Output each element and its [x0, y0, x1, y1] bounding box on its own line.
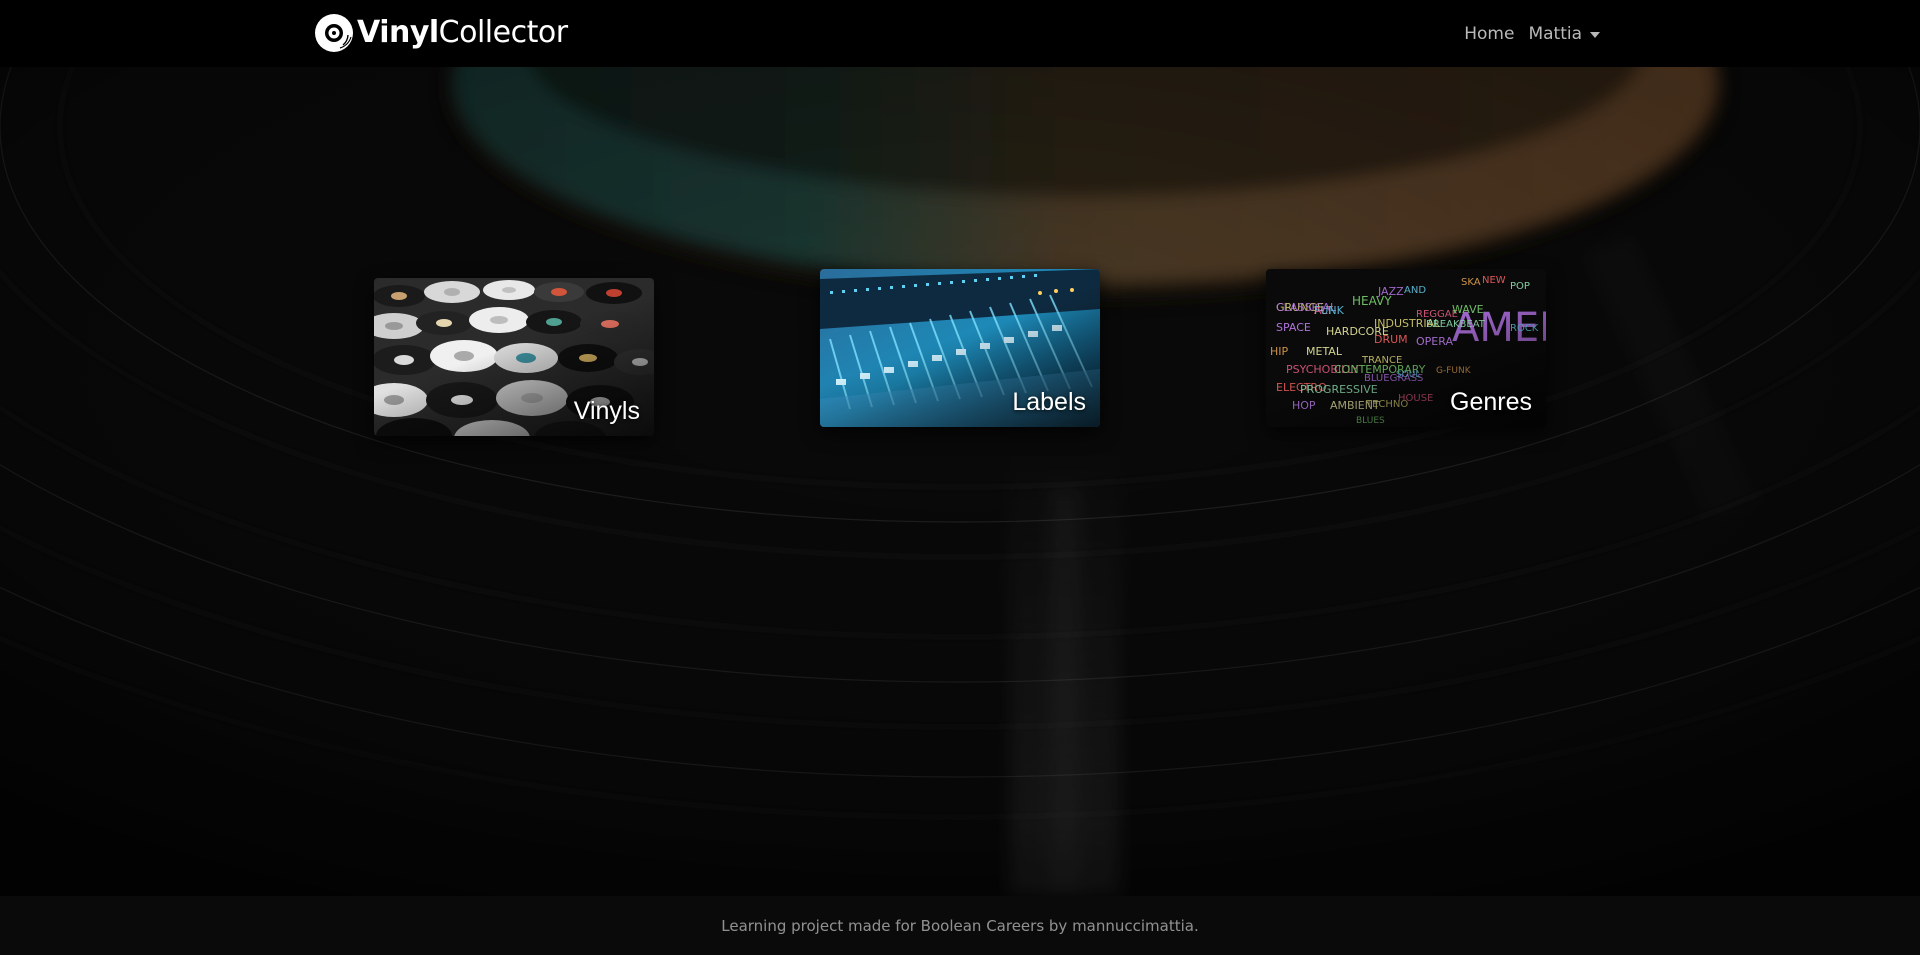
genres-card[interactable]: GRUNGEALTHEAVYJAZZANDSKANEWPOPSPACEHARDC…	[1266, 269, 1546, 427]
user-name: Mattia	[1528, 23, 1582, 44]
vinyls-card-label: Vinyls	[573, 397, 640, 425]
vinyl-background-image	[0, 67, 1920, 896]
labels-card-label: Labels	[1012, 388, 1086, 416]
vinyls-card[interactable]: Vinyls	[374, 278, 654, 436]
brand-name-regular: Collector	[438, 15, 568, 50]
vinyl-record-icon	[315, 14, 353, 52]
navbar: VinylCollector Home Mattia	[0, 0, 1920, 67]
footer-text: Learning project made for Boolean Career…	[721, 916, 1199, 935]
brand-link[interactable]: VinylCollector	[314, 13, 568, 53]
genres-card-label: Genres	[1450, 388, 1532, 416]
footer: Learning project made for Boolean Career…	[0, 896, 1920, 955]
brand-name-bold: Vinyl	[357, 15, 439, 50]
nav-home-link[interactable]: Home	[1464, 24, 1514, 44]
nav-links: Home Mattia	[1464, 0, 1600, 67]
user-dropdown-toggle[interactable]: Mattia	[1528, 24, 1600, 44]
hero-section: Vinyls Labels Genres	[0, 67, 1920, 896]
labels-card[interactable]: Labels	[820, 269, 1100, 427]
caret-down-icon	[1590, 31, 1600, 38]
